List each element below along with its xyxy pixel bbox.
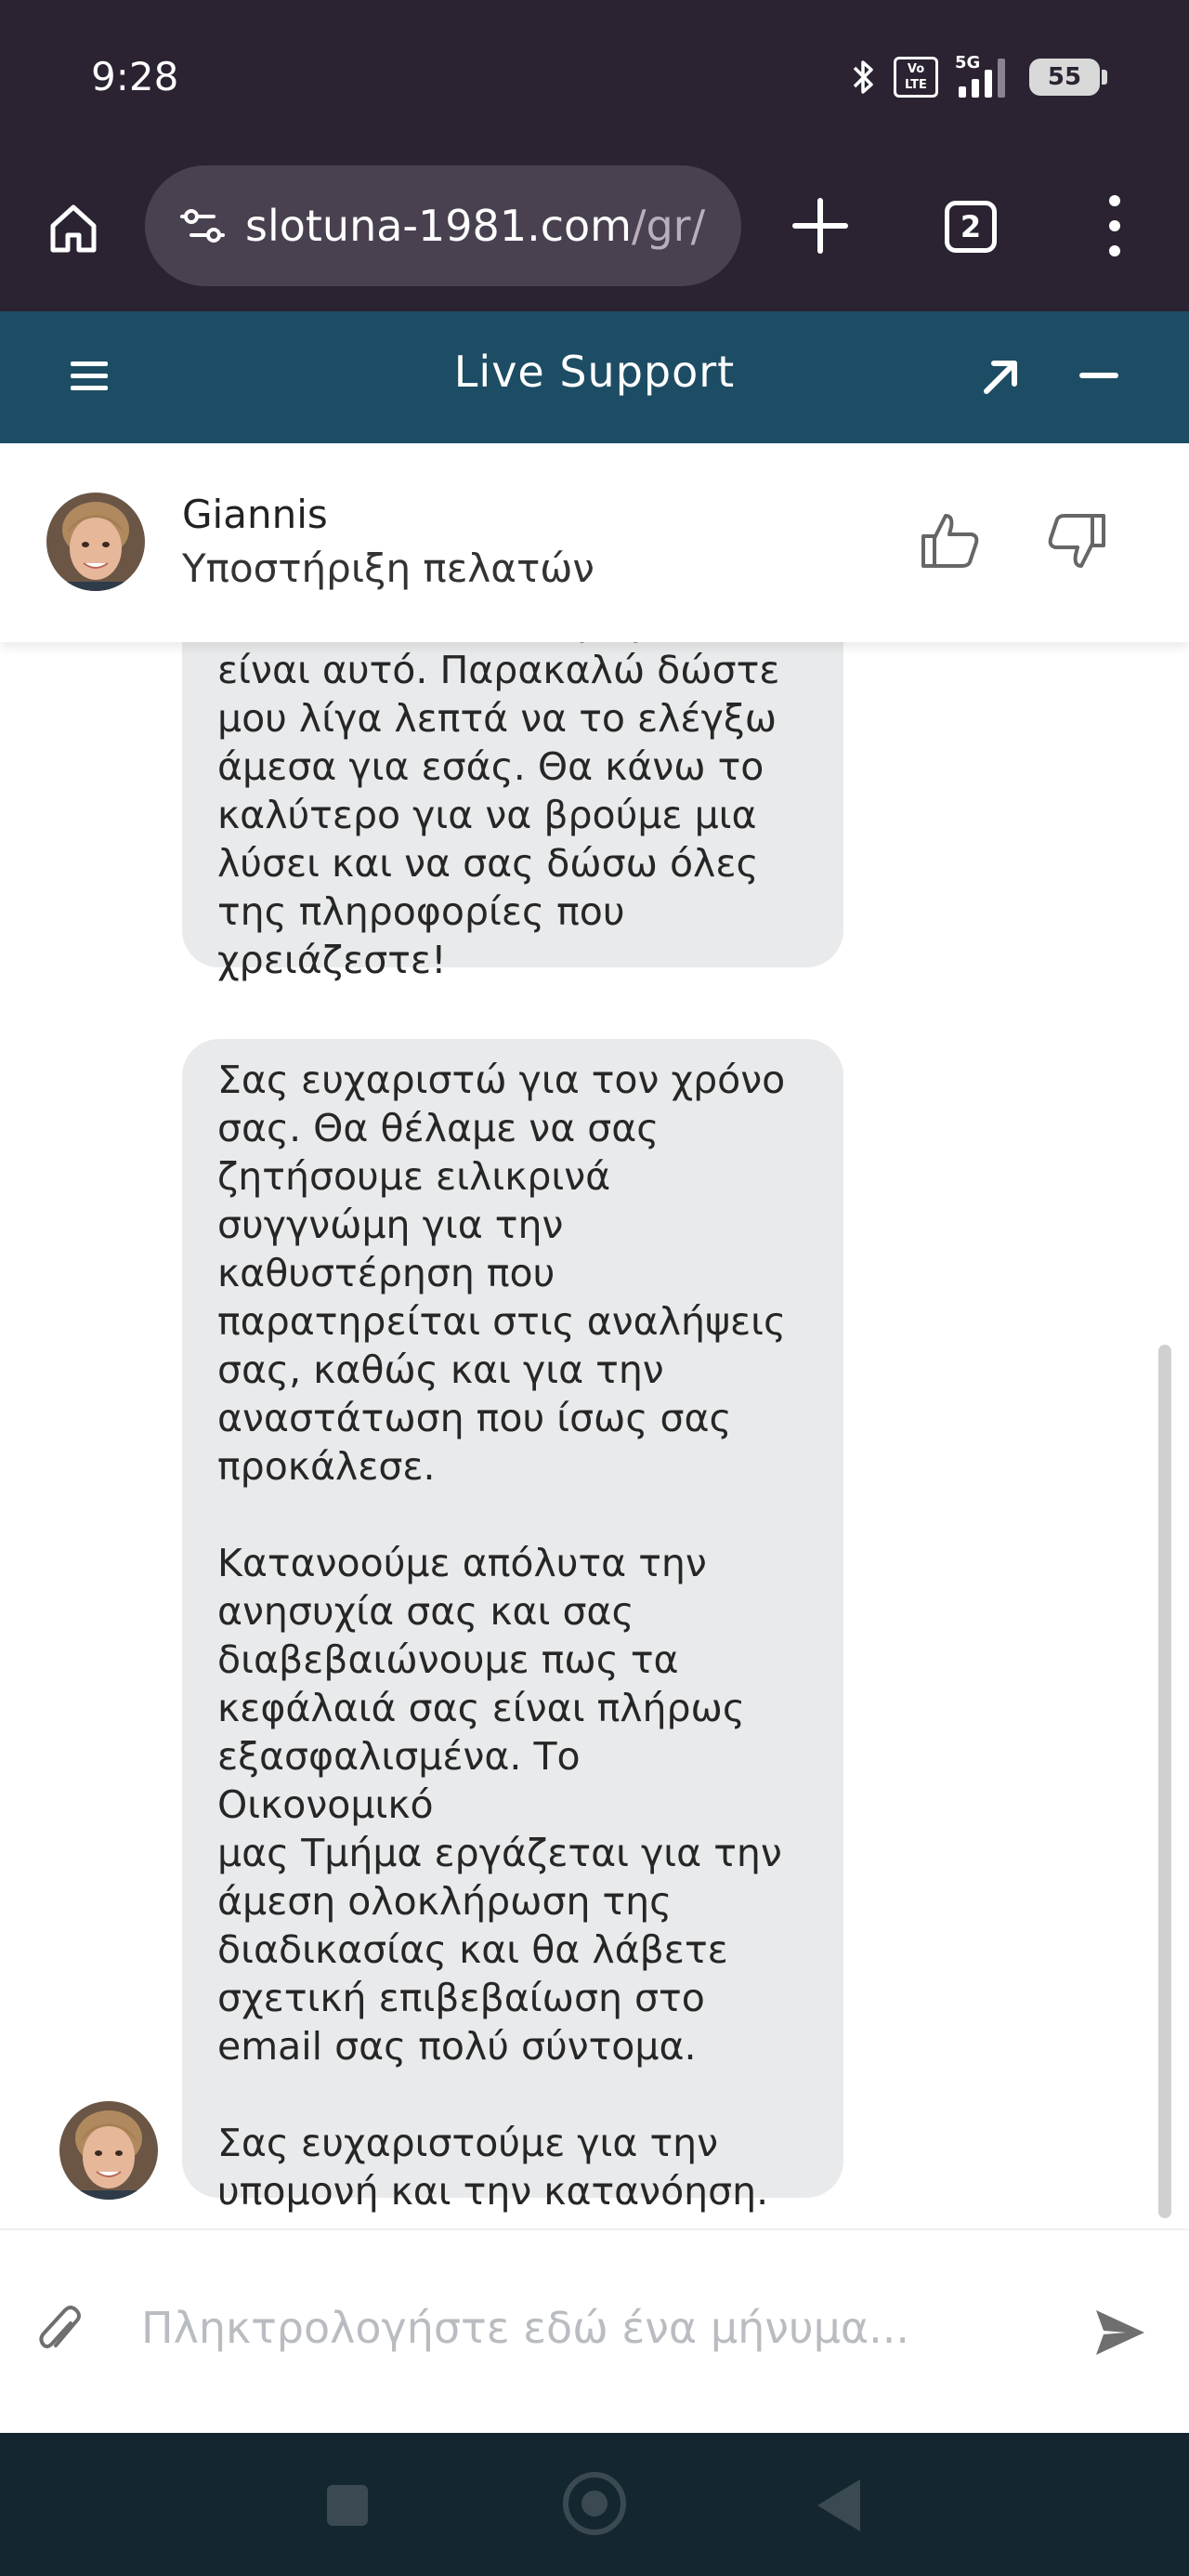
- agent-message-bubble: απόλυτα πόσο απογοητευτικό είναι αυτό. Π…: [182, 642, 843, 982]
- url-host: slotuna-1981.com: [245, 201, 632, 251]
- expand-icon[interactable]: [981, 356, 1022, 397]
- status-bar: 9:28 Vo LTE 5G 55: [0, 0, 1189, 158]
- new-tab-icon[interactable]: [788, 193, 853, 258]
- tab-count: 2: [960, 209, 982, 244]
- message-text: απόλυτα πόσο απογοητευτικό είναι αυτό. Π…: [217, 642, 788, 982]
- more-menu-icon[interactable]: [1096, 191, 1133, 260]
- home-button[interactable]: [41, 195, 106, 260]
- thumbs-up-icon[interactable]: [918, 508, 983, 573]
- chat-header: Live Support: [0, 311, 1189, 443]
- message-composer: [0, 2228, 1189, 2433]
- url-path: /gr/: [631, 201, 706, 251]
- bluetooth-icon: [853, 60, 873, 94]
- agent-avatar: [46, 493, 145, 591]
- minimize-icon[interactable]: [1079, 373, 1118, 378]
- signal-icon: 5G: [955, 53, 1013, 99]
- message-input[interactable]: [139, 2286, 938, 2370]
- agent-message-bubble: Σας ευχαριστώ για τον χρόνο σας. Θα θέλα…: [182, 1039, 843, 2214]
- site-settings-icon[interactable]: [176, 200, 229, 252]
- home-nav-icon[interactable]: [563, 2472, 626, 2535]
- agent-info-bar: Giannis Υποστήριξη πελατών: [0, 443, 1189, 642]
- tabs-icon[interactable]: 2: [945, 201, 997, 253]
- volte-icon: Vo LTE: [894, 57, 938, 98]
- battery-icon: 55: [1029, 59, 1107, 96]
- send-icon[interactable]: [1092, 2307, 1148, 2359]
- system-navigation-bar: [0, 2433, 1189, 2576]
- home-icon: [50, 204, 97, 253]
- browser-toolbar: slotuna-1981.com/gr/ 2: [0, 158, 1189, 311]
- recents-icon[interactable]: [327, 2485, 368, 2526]
- battery-level: 55: [1047, 63, 1082, 91]
- message-scrollbar[interactable]: [1158, 1345, 1171, 2218]
- url-text[interactable]: slotuna-1981.com/gr/: [245, 201, 705, 251]
- signal-bars-icon: [959, 59, 1005, 98]
- agent-message-avatar: [59, 2101, 158, 2200]
- status-time: 9:28: [91, 54, 179, 99]
- agent-role: Υποστήριξη πελατών: [182, 545, 594, 591]
- thumbs-down-icon[interactable]: [1044, 508, 1109, 573]
- agent-name: Giannis: [182, 492, 328, 537]
- message-list[interactable]: απόλυτα πόσο απογοητευτικό είναι αυτό. Π…: [0, 642, 1189, 2228]
- attachment-icon[interactable]: [35, 2303, 84, 2359]
- status-icons: Vo LTE 5G 55: [851, 53, 1107, 100]
- volte-label: Vo LTE: [905, 62, 927, 92]
- address-bar[interactable]: slotuna-1981.com/gr/: [145, 165, 741, 286]
- back-icon[interactable]: [817, 2479, 860, 2531]
- message-text: Σας ευχαριστώ για τον χρόνο σας. Θα θέλα…: [217, 1058, 787, 2214]
